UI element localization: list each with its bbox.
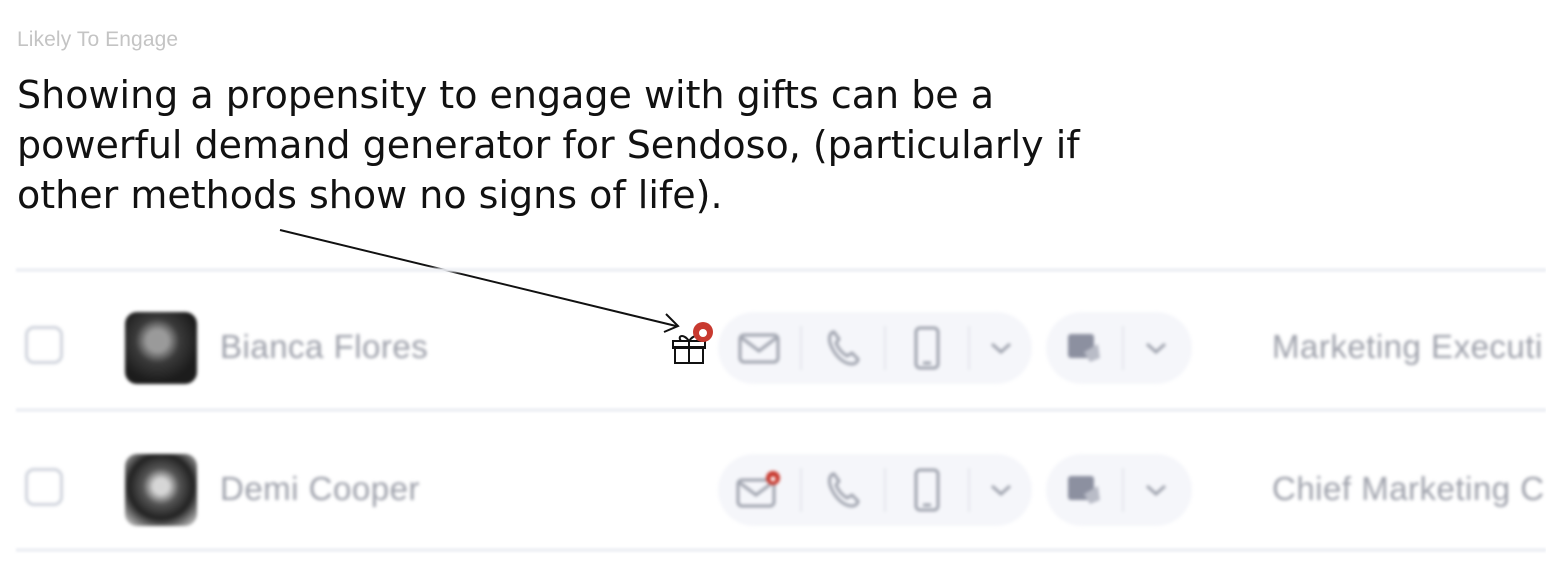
phone-button[interactable] bbox=[802, 312, 884, 384]
email-button[interactable] bbox=[718, 312, 800, 384]
contact-title: Marketing Executi bbox=[1272, 328, 1543, 365]
chevron-down-icon bbox=[991, 342, 1011, 355]
gift-icon bbox=[672, 322, 713, 364]
avatar bbox=[125, 454, 197, 526]
phone-icon bbox=[828, 472, 860, 508]
avatar bbox=[125, 312, 197, 384]
linkedin-message-icon bbox=[1068, 334, 1100, 362]
contact-name[interactable]: Bianca Flores bbox=[220, 328, 428, 366]
email-icon bbox=[736, 471, 780, 508]
contact-actions bbox=[718, 454, 1032, 526]
linkedin-message-button[interactable] bbox=[1046, 454, 1122, 526]
row-divider bbox=[16, 548, 1546, 552]
table-row[interactable]: Bianca Flores Marketing Executi bbox=[16, 272, 1546, 408]
email-button[interactable] bbox=[718, 454, 800, 526]
mobile-icon bbox=[914, 468, 940, 512]
social-actions bbox=[1046, 454, 1192, 526]
phone-icon bbox=[828, 330, 860, 366]
social-actions bbox=[1046, 312, 1192, 384]
social-dropdown[interactable] bbox=[1124, 454, 1188, 526]
gift-indicator[interactable] bbox=[671, 321, 713, 369]
contact-title: Chief Marketing C bbox=[1272, 470, 1545, 507]
table-row[interactable]: Demi Cooper Chief Marketing C bbox=[16, 412, 1546, 548]
email-icon bbox=[738, 333, 780, 364]
linkedin-message-icon bbox=[1068, 476, 1100, 504]
chevron-down-icon bbox=[991, 484, 1011, 497]
row-checkbox[interactable] bbox=[25, 326, 63, 364]
chevron-down-icon bbox=[1146, 342, 1166, 355]
mobile-icon bbox=[914, 326, 940, 370]
linkedin-message-button[interactable] bbox=[1046, 312, 1122, 384]
contact-name[interactable]: Demi Cooper bbox=[220, 470, 420, 508]
mobile-button[interactable] bbox=[886, 454, 968, 526]
mobile-button[interactable] bbox=[886, 312, 968, 384]
row-checkbox[interactable] bbox=[25, 468, 63, 506]
contacts-table: Bianca Flores Marketing Executi Demi Coo… bbox=[16, 268, 1546, 552]
more-actions-dropdown[interactable] bbox=[970, 454, 1032, 526]
more-actions-dropdown[interactable] bbox=[970, 312, 1032, 384]
chevron-down-icon bbox=[1146, 484, 1166, 497]
contact-actions bbox=[718, 312, 1032, 384]
social-dropdown[interactable] bbox=[1124, 312, 1188, 384]
phone-button[interactable] bbox=[802, 454, 884, 526]
